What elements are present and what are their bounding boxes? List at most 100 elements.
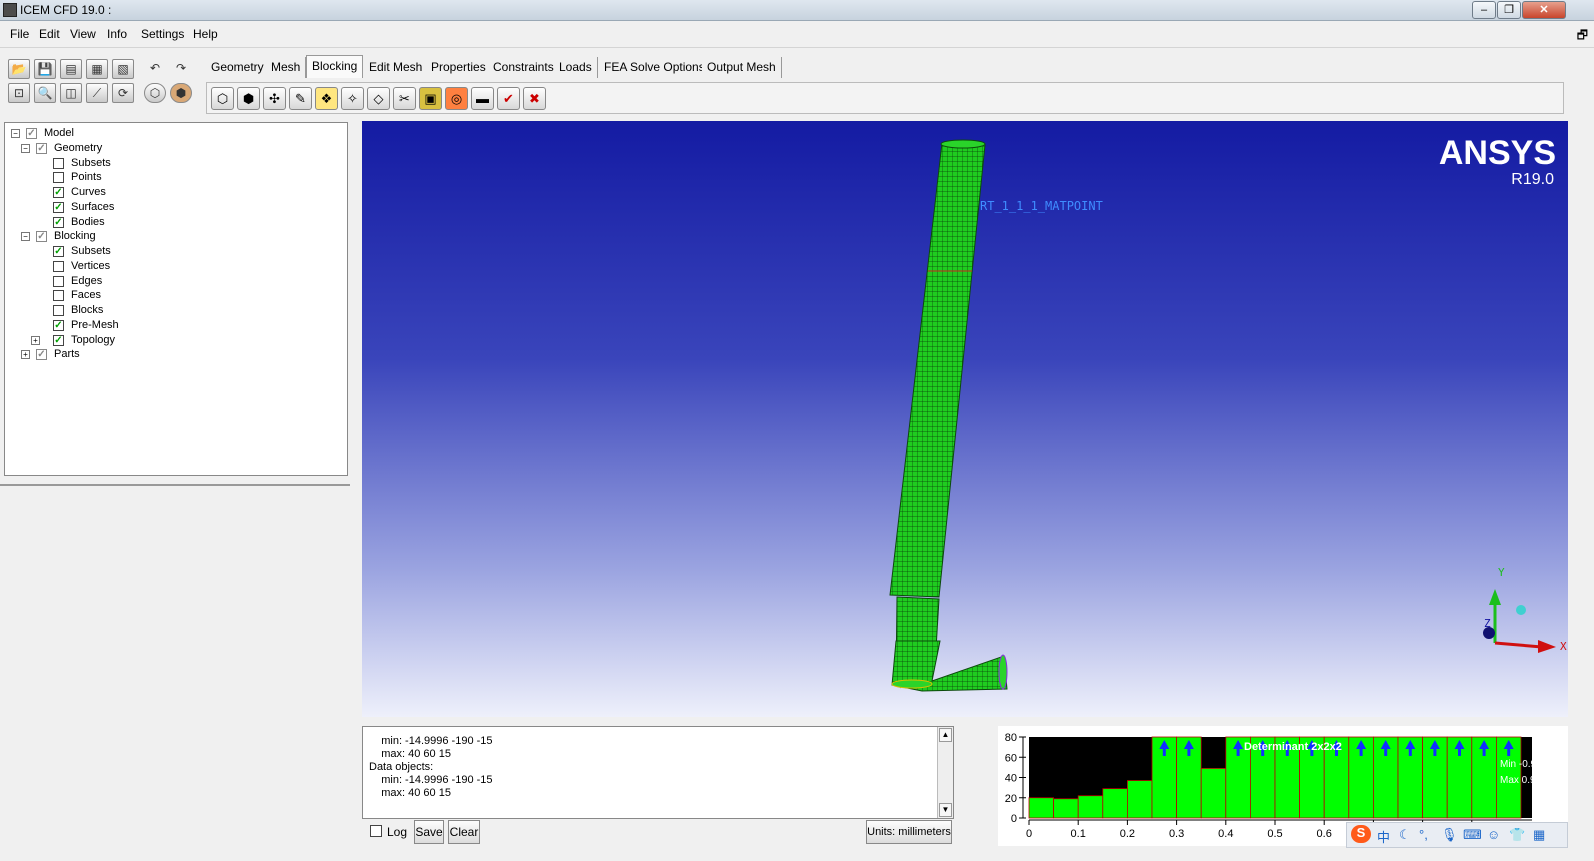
tab-blocking[interactable]: Blocking [306,55,364,78]
tree-node[interactable]: ✓ Curves [5,185,305,200]
maximize-button[interactable]: ❐ [1497,1,1521,19]
tree-checkbox[interactable]: ✓ [53,201,64,213]
move-vertex-icon[interactable]: ✎ [289,87,312,110]
tab-output-mesh[interactable]: Output Mesh [702,57,782,78]
tree-node[interactable]: ✓ Bodies [5,215,305,230]
message-scrollbar[interactable]: ▲ ▼ [937,727,953,818]
tree-node[interactable]: Faces [5,288,305,303]
collapse-icon[interactable]: − [21,232,30,242]
tree-checkbox[interactable] [53,260,64,272]
mesh-model[interactable]: Y X Z [362,121,1568,717]
solid-icon[interactable]: ⬢ [170,83,192,103]
export-icon[interactable]: ▧ [112,59,134,79]
tree-checkbox[interactable] [53,172,64,184]
close-button[interactable]: ✕ [1522,1,1566,19]
tree-checkbox[interactable]: ✓ [36,142,47,154]
keyboard-icon[interactable]: ⌨ [1463,827,1482,843]
import-geometry-icon[interactable]: ▦ [86,59,108,79]
tree-checkbox[interactable] [53,290,64,302]
tab-constraints[interactable]: Constraints [488,57,560,78]
tab-mesh[interactable]: Mesh [266,57,307,78]
tree-checkbox[interactable] [53,275,64,287]
check-icon[interactable]: ✔ [497,87,520,110]
tree-checkbox[interactable]: ✓ [53,334,64,346]
menu-info[interactable]: Info [107,27,127,41]
undo-icon[interactable]: ↶ [144,59,166,79]
tree-node[interactable]: − ✓ Geometry [5,141,305,156]
shirt-icon[interactable]: 👕 [1509,827,1525,843]
save-log-button[interactable]: Save [414,820,444,844]
create-block-icon[interactable]: ⬡ [211,87,234,110]
pre-mesh-params-icon[interactable]: ◇ [367,87,390,110]
fit-window-icon[interactable]: ⊡ [8,83,30,103]
tree-checkbox[interactable]: ✓ [53,216,64,228]
tree-checkbox[interactable]: ✓ [36,231,47,243]
restore-icon[interactable]: 🗗 [1577,26,1588,47]
tree-node[interactable]: + ✓ Topology [5,333,305,348]
tab-properties[interactable]: Properties [426,57,492,78]
view-icon[interactable]: ◫ [60,83,82,103]
delete-icon[interactable]: ✖ [523,87,546,110]
tree-node[interactable]: − ✓ Model [5,126,305,141]
split-block-icon[interactable]: ⬢ [237,87,260,110]
zoom-icon[interactable]: 🔍 [34,83,56,103]
redo-icon[interactable]: ↷ [170,59,192,79]
tree-node[interactable]: Points [5,170,305,185]
wireframe-icon[interactable]: ⬡ [144,83,166,103]
tab-geometry[interactable]: Geometry [206,57,270,78]
menu-settings[interactable]: Settings [141,27,184,41]
tree-node[interactable]: Blocks [5,303,305,318]
pre-mesh-smooth-icon[interactable]: ▣ [419,87,442,110]
tree-checkbox[interactable] [53,157,64,169]
sogou-icon[interactable]: S [1351,825,1371,843]
tree-node[interactable]: ✓ Pre-Mesh [5,318,305,333]
user-icon[interactable]: ☺ [1487,827,1500,842]
graphics-viewport[interactable]: ANSYS R19.0 RT_1_1_1_MATPOINT Y X Z [362,121,1568,717]
open-icon[interactable]: 📂 [8,59,30,79]
menu-help[interactable]: Help [193,27,218,41]
tab-edit-mesh[interactable]: Edit Mesh [364,57,429,78]
transform-icon[interactable]: ❖ [315,87,338,110]
associate-icon[interactable]: ✣ [263,87,286,110]
tree-node[interactable]: Subsets [5,156,305,171]
language-icon[interactable]: 中 [1377,827,1390,846]
clear-log-button[interactable]: Clear [448,820,480,844]
collapse-icon[interactable]: − [11,129,20,138]
tree-node[interactable]: + ✓ Parts [5,347,305,362]
grid-icon[interactable]: ▦ [1533,827,1545,843]
tree-node[interactable]: − ✓ Blocking [5,229,305,244]
edge-params-icon[interactable]: ▬ [471,87,494,110]
scroll-down-icon[interactable]: ▼ [939,803,952,817]
tree-checkbox[interactable]: ✓ [36,349,47,361]
menu-view[interactable]: View [70,27,96,41]
menu-file[interactable]: File [10,27,29,41]
check-blocks-icon[interactable]: ◎ [445,87,468,110]
units-button[interactable]: Units: millimeters [866,820,952,844]
tree-node[interactable]: Vertices [5,259,305,274]
menu-edit[interactable]: Edit [39,27,60,41]
tab-loads[interactable]: Loads [554,57,598,78]
expand-icon[interactable]: + [21,350,30,360]
tree-checkbox[interactable]: ✓ [53,187,64,198]
log-checkbox[interactable] [370,825,382,837]
tree-checkbox[interactable] [53,305,64,316]
tab-fea-solve-options[interactable]: FEA Solve Options [599,57,711,78]
pre-mesh-quality-icon[interactable]: ✂ [393,87,416,110]
collapse-icon[interactable]: − [21,143,30,153]
tree-node[interactable]: ✓ Subsets [5,244,305,259]
edit-block-icon[interactable]: ✧ [341,87,364,110]
measure-distance-icon[interactable]: ⟋ [86,83,108,103]
expand-icon[interactable]: + [31,335,40,345]
moon-icon[interactable]: ☾ [1399,827,1411,843]
refresh-icon[interactable]: ⟳ [112,83,134,103]
tree-checkbox[interactable]: ✓ [53,319,64,331]
tree-checkbox[interactable]: ✓ [53,246,64,257]
tree-node[interactable]: Edges [5,274,305,289]
tree-node[interactable]: ✓ Surfaces [5,200,305,215]
save-as-icon[interactable]: ▤ [60,59,82,79]
tree-checkbox[interactable]: ✓ [26,128,37,139]
minimize-button[interactable]: ‒ [1472,1,1496,19]
scroll-up-icon[interactable]: ▲ [939,728,952,742]
microphone-icon[interactable]: 🎙 [1441,827,1458,843]
punctuation-icon[interactable]: °, [1419,827,1428,842]
